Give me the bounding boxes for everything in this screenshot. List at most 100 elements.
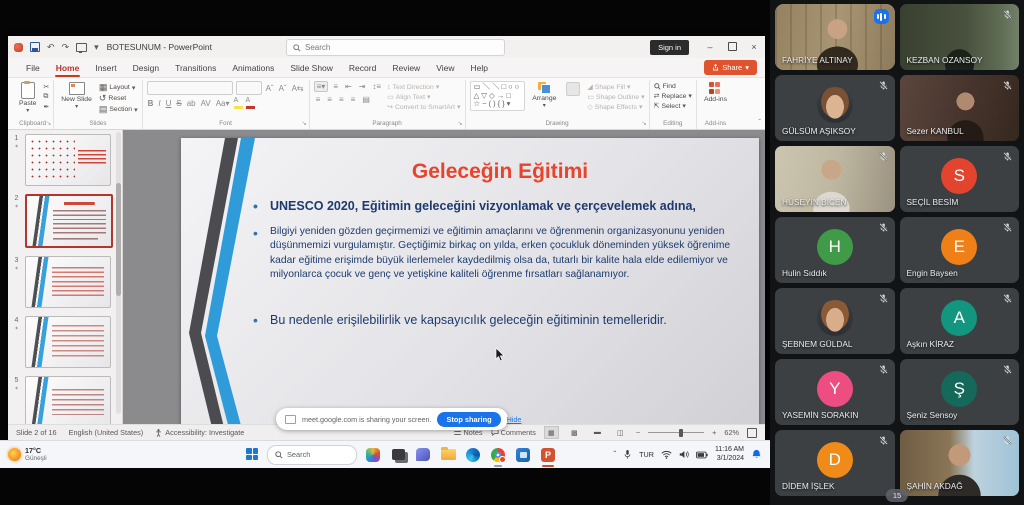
ribbon-tab-view[interactable]: View bbox=[428, 60, 462, 76]
copy-icon[interactable]: ⧉ bbox=[43, 93, 49, 101]
edge-browser-icon[interactable] bbox=[465, 447, 481, 463]
layout-button[interactable]: ▦Layout▾ bbox=[99, 83, 138, 92]
clear-formatting-icon[interactable]: A⇆ bbox=[291, 84, 305, 93]
slide-counter[interactable]: Slide 2 of 16 bbox=[16, 428, 57, 437]
slide-thumbnail-4[interactable] bbox=[25, 316, 111, 368]
participant-tile[interactable]: AAşkın KİRAZ bbox=[900, 288, 1020, 354]
text-highlight-icon[interactable]: A bbox=[234, 98, 243, 109]
grow-font-icon[interactable]: Aˆ bbox=[265, 84, 275, 93]
zoom-level[interactable]: 62% bbox=[724, 428, 739, 437]
ribbon-tab-file[interactable]: File bbox=[18, 60, 48, 76]
participant-tile[interactable]: ŞAHİN AKDAĞ bbox=[900, 430, 1020, 496]
text-shadow-button[interactable]: ab bbox=[186, 99, 197, 108]
widgets-app-icon[interactable] bbox=[365, 447, 381, 463]
participant-tile[interactable]: KEZBAN OZANSOY bbox=[900, 4, 1020, 70]
tray-expand-icon[interactable]: ˆ bbox=[613, 450, 616, 459]
hide-bar-link[interactable]: Hide bbox=[507, 415, 522, 424]
numbering-button[interactable]: ≡ bbox=[331, 82, 340, 91]
file-explorer-icon[interactable] bbox=[440, 447, 456, 463]
normal-view-button[interactable]: ▦ bbox=[544, 426, 559, 439]
microphone-icon[interactable] bbox=[623, 449, 632, 460]
participant-count-badge[interactable]: 15 bbox=[886, 489, 908, 502]
find-button[interactable]: Find bbox=[654, 83, 692, 90]
quick-styles-button[interactable] bbox=[563, 81, 583, 97]
ribbon-tab-transitions[interactable]: Transitions bbox=[167, 60, 224, 76]
font-name-select[interactable] bbox=[147, 81, 233, 95]
shape-effects-button[interactable]: ◇Shape Effects▾ bbox=[587, 103, 644, 111]
ribbon-tab-home[interactable]: Home bbox=[48, 60, 88, 76]
strikethrough-button[interactable]: S bbox=[175, 99, 182, 108]
volume-icon[interactable] bbox=[679, 450, 689, 459]
maximize-button[interactable] bbox=[721, 42, 743, 53]
participant-tile[interactable]: FAHRİYE ALTINAY bbox=[775, 4, 895, 70]
weather-widget[interactable]: 17°C Güneşli bbox=[0, 447, 158, 462]
convert-smartart-button[interactable]: ↪Convert to SmartArt▾ bbox=[387, 103, 460, 111]
language-status[interactable]: English (United States) bbox=[69, 428, 144, 437]
collapse-ribbon-icon[interactable]: ˇ bbox=[758, 118, 761, 127]
minimize-button[interactable]: – bbox=[699, 42, 721, 52]
taskbar-search[interactable]: Search bbox=[267, 445, 357, 465]
fit-slide-to-window-icon[interactable] bbox=[747, 428, 757, 438]
participant-tile[interactable]: HHulin Sıddık bbox=[775, 217, 895, 283]
new-slide-button[interactable]: New Slide ▾ bbox=[58, 81, 95, 111]
wifi-icon[interactable] bbox=[661, 450, 672, 459]
start-button[interactable] bbox=[246, 448, 259, 461]
decrease-indent-icon[interactable]: ⇤ bbox=[343, 82, 354, 91]
stop-sharing-button[interactable]: Stop sharing bbox=[437, 412, 500, 427]
shapes-gallery[interactable]: ▭＼＼□○○ △▽◇→□ ☆~(){}▾ bbox=[470, 81, 526, 111]
powerpoint-taskbar-icon[interactable]: P bbox=[540, 447, 556, 463]
paragraph-dialog-launcher[interactable]: ↘ bbox=[457, 120, 462, 127]
sign-in-button[interactable]: Sign in bbox=[650, 40, 689, 55]
notification-bell-icon[interactable] bbox=[751, 449, 762, 460]
store-app-icon[interactable] bbox=[515, 447, 531, 463]
participant-tile[interactable]: EEngin Baysen bbox=[900, 217, 1020, 283]
italic-button[interactable]: I bbox=[157, 99, 161, 108]
ribbon-tab-review[interactable]: Review bbox=[384, 60, 428, 76]
slideshow-from-start-icon[interactable] bbox=[76, 43, 87, 52]
chat-app-icon[interactable] bbox=[415, 447, 431, 463]
slide-thumbnail-1[interactable] bbox=[25, 134, 111, 186]
align-center-button[interactable]: ≡ bbox=[325, 95, 334, 104]
zoom-out-button[interactable]: − bbox=[636, 428, 640, 437]
task-view-icon[interactable] bbox=[390, 447, 406, 463]
keyboard-language[interactable]: TUR bbox=[639, 450, 654, 459]
slide-sorter-view-button[interactable]: ▩ bbox=[567, 426, 582, 439]
battery-icon[interactable] bbox=[696, 451, 708, 459]
reading-view-button[interactable]: ▬ bbox=[590, 426, 605, 439]
shrink-font-icon[interactable]: Aˇ bbox=[278, 84, 288, 93]
line-spacing-icon[interactable]: ↕≡ bbox=[370, 82, 383, 91]
ribbon-tab-slide-show[interactable]: Slide Show bbox=[282, 60, 341, 76]
section-button[interactable]: ▤Section▾ bbox=[99, 105, 138, 114]
close-button[interactable]: × bbox=[743, 42, 765, 52]
select-button[interactable]: ⇱Select▾ bbox=[654, 102, 692, 110]
participant-tile[interactable]: ŞŞeniz Sensoy bbox=[900, 359, 1020, 425]
character-spacing-button[interactable]: AV bbox=[200, 99, 212, 108]
participant-tile[interactable]: SSEÇİL BESİM bbox=[900, 146, 1020, 212]
current-slide[interactable]: Geleceğin Eğitimi UNESCO 2020, Eğitimin … bbox=[181, 138, 759, 424]
reset-button[interactable]: ↺Reset bbox=[99, 94, 138, 103]
replace-button[interactable]: ⇄Replace▾ bbox=[654, 92, 692, 100]
ribbon-tab-record[interactable]: Record bbox=[341, 60, 384, 76]
customize-toolbar-icon[interactable]: ▾ bbox=[94, 43, 99, 52]
redo-icon[interactable]: ↷ bbox=[62, 43, 70, 52]
arrange-button[interactable]: Arrange ▾ bbox=[529, 81, 559, 110]
ribbon-tab-help[interactable]: Help bbox=[462, 60, 495, 76]
slide-thumbnail-2[interactable] bbox=[25, 194, 113, 248]
chrome-browser-icon[interactable] bbox=[490, 447, 506, 463]
font-color-icon[interactable]: A bbox=[246, 98, 255, 109]
font-dialog-launcher[interactable]: ↘ bbox=[302, 120, 307, 127]
ribbon-tab-animations[interactable]: Animations bbox=[224, 60, 282, 76]
participant-tile[interactable]: ŞEBNEM GÜLDAL bbox=[775, 288, 895, 354]
slide-thumbnail-5[interactable] bbox=[25, 376, 111, 424]
slideshow-view-button[interactable]: ◫ bbox=[613, 426, 628, 439]
addins-button[interactable]: Add-ins bbox=[701, 81, 730, 104]
clipboard-dialog-launcher[interactable]: ↘ bbox=[46, 120, 51, 127]
justify-button[interactable]: ≡ bbox=[349, 95, 358, 104]
taskbar-clock[interactable]: 11:16 AM 3/1/2024 bbox=[715, 446, 744, 462]
paste-button[interactable]: Paste ▾ bbox=[16, 81, 39, 115]
shape-outline-button[interactable]: ▭Shape Outline▾ bbox=[587, 93, 644, 101]
accessibility-status[interactable]: Accessibility: Investigate bbox=[155, 428, 244, 437]
thumbnail-scrollbar[interactable] bbox=[116, 132, 121, 414]
participant-tile[interactable]: DDİDEM İŞLEK bbox=[775, 430, 895, 496]
share-button[interactable]: Share ▾ bbox=[704, 60, 757, 75]
